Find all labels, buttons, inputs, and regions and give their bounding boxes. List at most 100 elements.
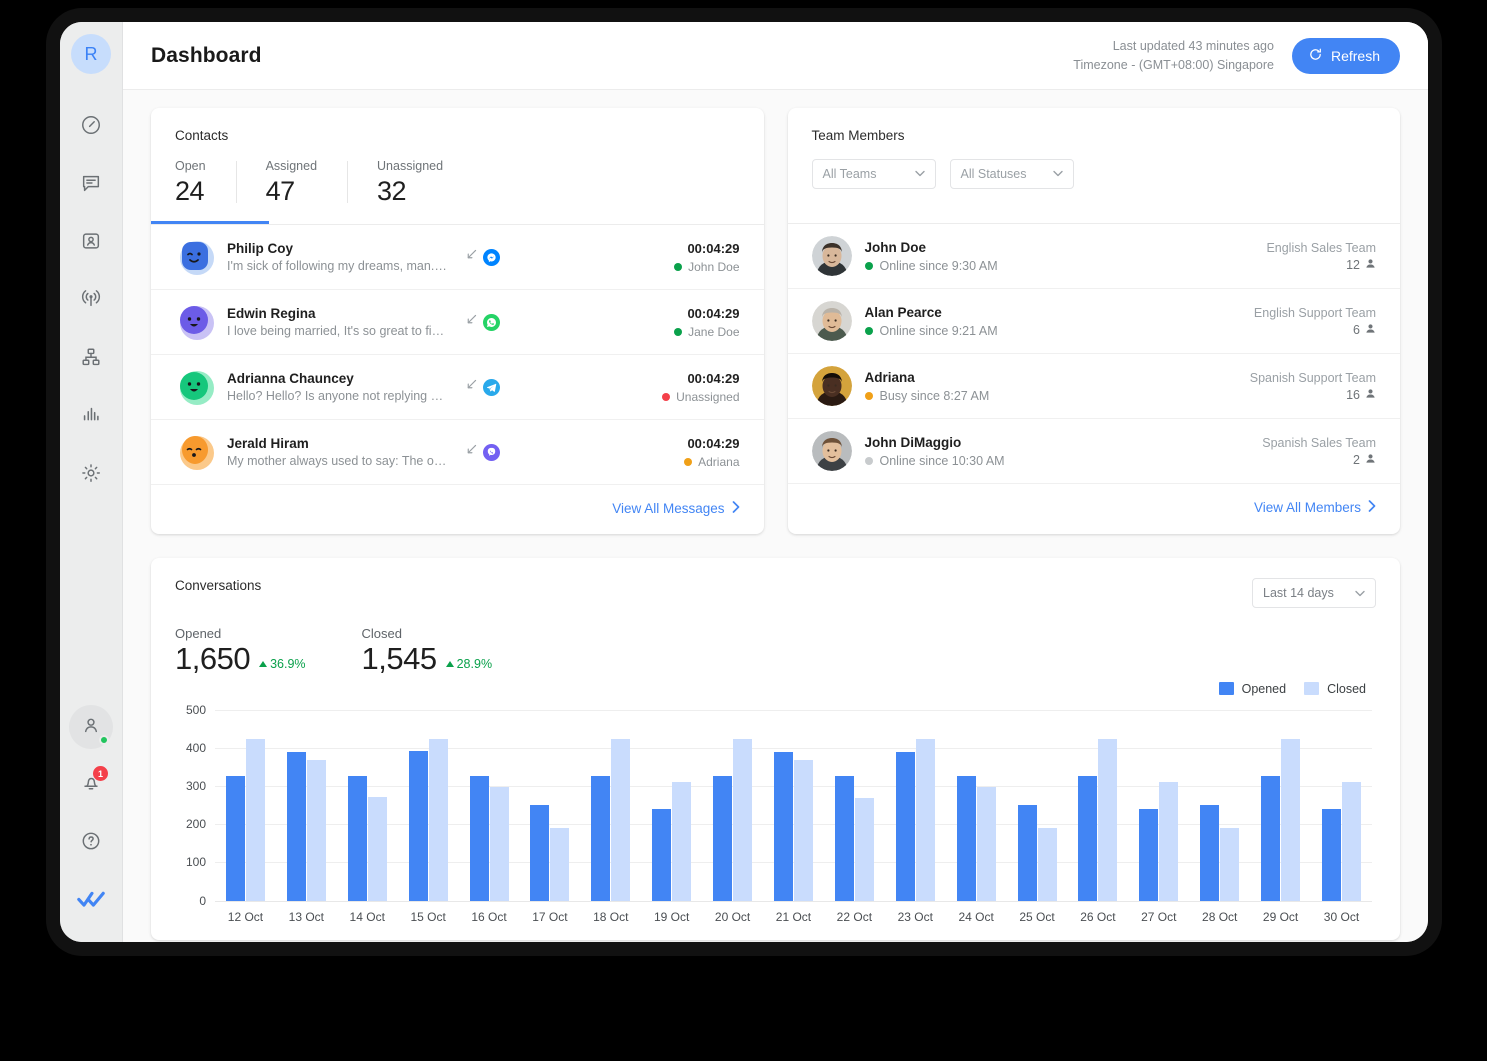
chart-bar-group[interactable]: 24 Oct (946, 710, 1007, 901)
member-row[interactable]: John Doe Online since 9:30 AM English Sa… (788, 224, 1401, 289)
whatsapp-icon (483, 314, 500, 331)
chevron-down-icon (1355, 586, 1365, 600)
view-all-messages-link[interactable]: View All Messages (612, 501, 739, 516)
message-row[interactable]: Philip Coy I'm sick of following my drea… (151, 225, 764, 290)
date-range-select[interactable]: Last 14 days (1252, 578, 1376, 608)
member-contact-count: 16 (1250, 388, 1376, 402)
message-time: 00:04:29 (684, 436, 739, 451)
sidebar-item-settings[interactable] (69, 451, 113, 495)
member-row[interactable]: Alan Pearce Online since 9:21 AM English… (788, 289, 1401, 354)
chart-bar-group[interactable]: 20 Oct (702, 710, 763, 901)
message-assignee: John Doe (674, 260, 739, 274)
telegram-icon (483, 379, 500, 396)
topbar: Dashboard Last updated 43 minutes ago Ti… (123, 22, 1428, 90)
member-status-text: Online since 9:30 AM (880, 259, 998, 273)
sidebar-item-broadcasts[interactable] (69, 277, 113, 321)
bar-closed (794, 760, 813, 901)
chart-bar-group[interactable]: 23 Oct (885, 710, 946, 901)
member-info: Alan Pearce Online since 9:21 AM (865, 305, 998, 338)
sidebar-item-workflows[interactable] (69, 335, 113, 379)
team-card-title: Team Members (812, 128, 1377, 143)
stat-assigned-label: Assigned (266, 159, 317, 173)
message-row[interactable]: Edwin Regina I love being married, It's … (151, 290, 764, 355)
chart-bar-group[interactable]: 29 Oct (1250, 710, 1311, 901)
opened-delta: 36.9% (259, 657, 305, 676)
trend-up-icon (259, 661, 267, 667)
assignee-name: Unassigned (676, 390, 739, 404)
person-icon (1365, 323, 1376, 337)
member-count-value: 12 (1346, 258, 1360, 272)
x-axis-tick: 19 Oct (641, 910, 702, 924)
legend-item-closed[interactable]: Closed (1304, 682, 1366, 696)
chart-bar-group[interactable]: 21 Oct (763, 710, 824, 901)
workspace-avatar[interactable]: R (71, 34, 111, 74)
conversations-header: Conversations Last 14 days (175, 578, 1376, 608)
stat-unassigned-value: 32 (377, 176, 443, 207)
all-statuses-value: All Statuses (961, 167, 1027, 181)
x-axis-tick: 30 Oct (1311, 910, 1372, 924)
message-channel (465, 313, 500, 331)
chart-bar-group[interactable]: 14 Oct (337, 710, 398, 901)
sidebar-item-reports[interactable] (69, 393, 113, 437)
sidebar-item-messages[interactable] (69, 161, 113, 205)
chart-plot-area: 0100200300400500 12 Oct 13 Oct 14 Oct 15… (215, 710, 1372, 902)
chart-bar-group[interactable]: 28 Oct (1189, 710, 1250, 901)
chart-bar-group[interactable]: 26 Oct (1067, 710, 1128, 901)
member-row[interactable]: John DiMaggio Online since 10:30 AM Span… (788, 419, 1401, 484)
refresh-button[interactable]: Refresh (1292, 38, 1400, 74)
chart-bar-group[interactable]: 17 Oct (519, 710, 580, 901)
x-axis-tick: 14 Oct (337, 910, 398, 924)
message-row[interactable]: Jerald Hiram My mother always used to sa… (151, 420, 764, 485)
message-channel (465, 443, 500, 461)
sidebar: R (60, 22, 123, 942)
view-all-members-link[interactable]: View All Members (1254, 500, 1376, 515)
notification-badge: 1 (93, 766, 108, 781)
chart-bars (276, 710, 337, 901)
y-axis-tick: 200 (186, 817, 206, 831)
chart-bar-group[interactable]: 13 Oct (276, 710, 337, 901)
conversations-bar-chart: 0100200300400500 12 Oct 13 Oct 14 Oct 15… (175, 702, 1376, 930)
all-statuses-select[interactable]: All Statuses (950, 159, 1074, 189)
x-axis-tick: 16 Oct (459, 910, 520, 924)
sidebar-item-dashboard[interactable] (69, 103, 113, 147)
message-row[interactable]: Adrianna Chauncey Hello? Hello? Is anyon… (151, 355, 764, 420)
all-teams-select[interactable]: All Teams (812, 159, 936, 189)
chart-bar-group[interactable]: 19 Oct (641, 710, 702, 901)
chart-bars (885, 710, 946, 901)
chart-bar-group[interactable]: 12 Oct (215, 710, 276, 901)
bar-opened (409, 751, 428, 901)
chart-bars (580, 710, 641, 901)
member-count-value: 6 (1353, 323, 1360, 337)
y-axis-tick: 100 (186, 855, 206, 869)
chart-bar-group[interactable]: 16 Oct (459, 710, 520, 901)
sidebar-profile-button[interactable] (69, 705, 113, 749)
stat-open[interactable]: Open 24 (175, 159, 236, 207)
broadcast-icon (80, 288, 102, 310)
status-dot (674, 328, 682, 336)
x-axis-tick: 20 Oct (702, 910, 763, 924)
chart-bars (1007, 710, 1068, 901)
chart-bar-group[interactable]: 18 Oct (580, 710, 641, 901)
bar-closed (1220, 828, 1239, 901)
chart-bar-group[interactable]: 15 Oct (398, 710, 459, 901)
stat-unassigned[interactable]: Unassigned 32 (347, 159, 473, 207)
chart-bar-group[interactable]: 22 Oct (824, 710, 885, 901)
bar-closed (429, 739, 448, 900)
x-axis-tick: 23 Oct (885, 910, 946, 924)
stat-assigned[interactable]: Assigned 47 (236, 159, 347, 207)
chart-bar-group[interactable]: 27 Oct (1128, 710, 1189, 901)
incoming-arrow-icon (465, 248, 478, 266)
closed-value: 1,545 (362, 643, 437, 676)
member-contact-count: 6 (1254, 323, 1376, 337)
bar-closed (1098, 739, 1117, 900)
member-row[interactable]: Adriana Busy since 8:27 AM Spanish Suppo… (788, 354, 1401, 419)
sidebar-item-contacts[interactable] (69, 219, 113, 263)
assignee-name: Jane Doe (688, 325, 739, 339)
chart-bars (641, 710, 702, 901)
chart-bar-group[interactable]: 25 Oct (1007, 710, 1068, 901)
sidebar-notifications-button[interactable]: 1 (69, 763, 113, 807)
chart-bar-group[interactable]: 30 Oct (1311, 710, 1372, 901)
legend-item-opened[interactable]: Opened (1219, 682, 1286, 696)
sidebar-help-button[interactable] (69, 821, 113, 865)
member-status-text: Online since 10:30 AM (880, 454, 1005, 468)
